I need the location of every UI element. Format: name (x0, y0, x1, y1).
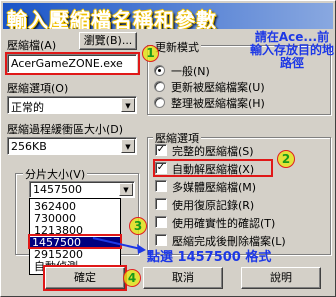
chevron-down-icon[interactable]: ▼ (119, 183, 133, 196)
step-marker-2: 2 (277, 150, 295, 168)
checkbox-authenticity-label: 使用確實性的確認(T) (172, 217, 276, 230)
radio-refresh-label: 整理被壓縮檔案(H) (171, 97, 265, 110)
highlight-archive-input (5, 52, 140, 75)
buffer-combo[interactable]: 256KB ▼ (7, 137, 137, 155)
buffer-value: 256KB (11, 140, 47, 153)
checkbox-multimedia[interactable] (155, 180, 167, 192)
browse-button[interactable]: 瀏覽(B)... (79, 32, 137, 50)
options-value: 正常的 (11, 101, 44, 114)
archive-label: 壓縮檔(A) (7, 39, 57, 52)
checkbox-multimedia-label: 多媒體壓縮檔(M) (172, 181, 257, 194)
checkbox-recovery-label: 使用復原記錄(R) (172, 199, 255, 212)
split-size-label: 分片大小(V) (23, 166, 88, 182)
compression-dialog: 輸入壓縮檔名稱和參數 壓縮檔(A) 瀏覽(B)... AcerGameZONE.… (0, 0, 336, 297)
step-marker-1: 1 (142, 45, 159, 62)
annotation-note-path: 請在Ace...前輸入存放目的地路徑 (249, 30, 334, 70)
checkbox-complete[interactable]: ✓ (155, 144, 167, 156)
radio-normal-label: 一般(N) (171, 65, 210, 78)
options-label: 壓縮選項(O) (7, 82, 69, 95)
split-size-combo[interactable]: 1457500 ▼ (29, 181, 135, 198)
radio-normal[interactable] (154, 65, 165, 76)
checkbox-authenticity[interactable] (155, 216, 167, 228)
checkbox-delete-after[interactable] (155, 234, 167, 246)
split-size-value: 1457500 (33, 183, 82, 196)
cancel-button[interactable]: 取消 (143, 267, 223, 289)
help-button[interactable]: 說明 (241, 267, 321, 289)
step-marker-3: 3 (129, 217, 147, 235)
highlight-ok (43, 265, 127, 291)
highlight-sfx (153, 159, 273, 177)
annotation-note-select: 點選 1457500 格式 (147, 250, 272, 265)
step-marker-4: 4 (123, 269, 141, 287)
checkbox-recovery[interactable] (155, 198, 167, 210)
update-mode-label: 更新模式 (153, 39, 201, 55)
dialog-title: 輸入壓縮檔名稱和參數 (7, 8, 217, 29)
buffer-label: 壓縮過程緩衝區大小(D) (7, 123, 124, 136)
checkbox-complete-label: 完整的壓縮檔(S) (172, 145, 254, 158)
radio-update[interactable] (154, 81, 165, 92)
radio-refresh[interactable] (154, 97, 165, 108)
title-bar: 輸入壓縮檔名稱和參數 (3, 3, 333, 29)
arrow-icon (92, 237, 146, 254)
options-combo[interactable]: 正常的 ▼ (7, 96, 137, 114)
chevron-down-icon[interactable]: ▼ (121, 139, 135, 153)
radio-update-label: 更新被壓縮檔案(U) (171, 81, 265, 94)
chevron-down-icon[interactable]: ▼ (121, 98, 135, 112)
